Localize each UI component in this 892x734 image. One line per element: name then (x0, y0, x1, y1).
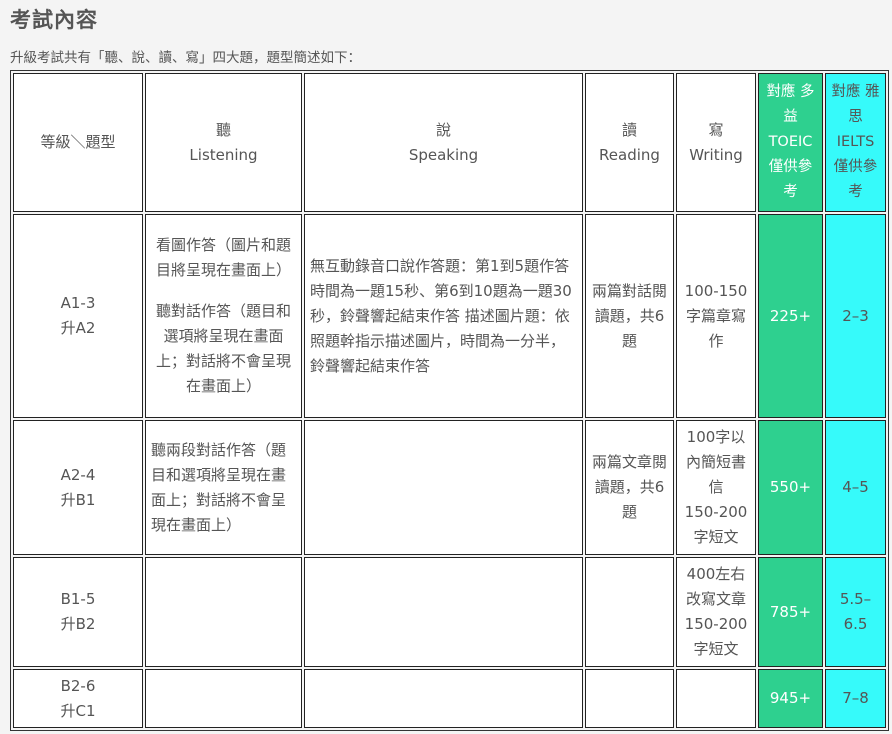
row-level: B1-5 升B2 (13, 557, 143, 668)
page-title: 考試內容 (10, 8, 98, 32)
row-level: A1-3 升A2 (13, 214, 143, 419)
row-listening (145, 669, 302, 728)
header-listening: 聽 Listening (145, 73, 302, 213)
row-level: B2-6 升C1 (13, 669, 143, 728)
exam-content-table: 等級＼題型 聽 Listening 說 Speaking 讀 Reading 寫… (10, 70, 889, 731)
table-row: A2-4 升B1 聽兩段對話作答（題目和選項將呈現在畫面上；對話將不會呈現在畫面… (13, 420, 886, 556)
table-header-row: 等級＼題型 聽 Listening 說 Speaking 讀 Reading 寫… (13, 73, 886, 213)
row-ielts: 2–3 (825, 214, 886, 419)
row-listening: 聽兩段對話作答（題目和選項將呈現在畫面上；對話將不會呈現在畫面上） (145, 420, 302, 556)
header-toeic: 對應 多益 TOEIC 僅供參考 (758, 73, 823, 213)
row-ielts: 4–5 (825, 420, 886, 556)
row-listening: 看圖作答（圖片和題目將呈現在畫面上） 聽對話作答（題目和選項將呈現在畫面上；對話… (145, 214, 302, 419)
row-writing: 100-150字篇章寫作 (676, 214, 756, 419)
header-writing: 寫 Writing (676, 73, 756, 213)
row-toeic: 225+ (758, 214, 823, 419)
row-writing: 100字以內簡短書信 150-200字短文 (676, 420, 756, 556)
row-speaking (304, 420, 583, 556)
row-speaking (304, 669, 583, 728)
row-speaking (304, 557, 583, 668)
page: 考試內容 升級考試共有「聽、說、讀、寫」四大題，題型簡述如下： 等級＼題型 聽 … (0, 0, 892, 734)
row-writing (676, 669, 756, 728)
header-speaking: 說 Speaking (304, 73, 583, 213)
row-reading: 兩篇文章閱讀題，共6題 (585, 420, 674, 556)
row-reading (585, 557, 674, 668)
row-listening (145, 557, 302, 668)
row-ielts: 7–8 (825, 669, 886, 728)
intro-text: 升級考試共有「聽、說、讀、寫」四大題，題型簡述如下： (10, 50, 361, 66)
header-reading: 讀 Reading (585, 73, 674, 213)
row-reading (585, 669, 674, 728)
table-row: A1-3 升A2 看圖作答（圖片和題目將呈現在畫面上） 聽對話作答（題目和選項將… (13, 214, 886, 419)
row-ielts: 5.5–6.5 (825, 557, 886, 668)
row-toeic: 785+ (758, 557, 823, 668)
row-toeic: 550+ (758, 420, 823, 556)
row-toeic: 945+ (758, 669, 823, 728)
header-ielts: 對應 雅思 IELTS 僅供參考 (825, 73, 886, 213)
row-level: A2-4 升B1 (13, 420, 143, 556)
row-reading: 兩篇對話閱讀題，共6題 (585, 214, 674, 419)
header-level: 等級＼題型 (13, 73, 143, 213)
row-writing: 400左右改寫文章 150-200字短文 (676, 557, 756, 668)
row-speaking: 無互動錄音口說作答題：第1到5題作答時間為一題15秒、第6到10題為一題30秒，… (304, 214, 583, 419)
table-row: B1-5 升B2 400左右改寫文章 150-200字短文 785+ 5.5–6… (13, 557, 886, 668)
table-row: B2-6 升C1 945+ 7–8 (13, 669, 886, 728)
